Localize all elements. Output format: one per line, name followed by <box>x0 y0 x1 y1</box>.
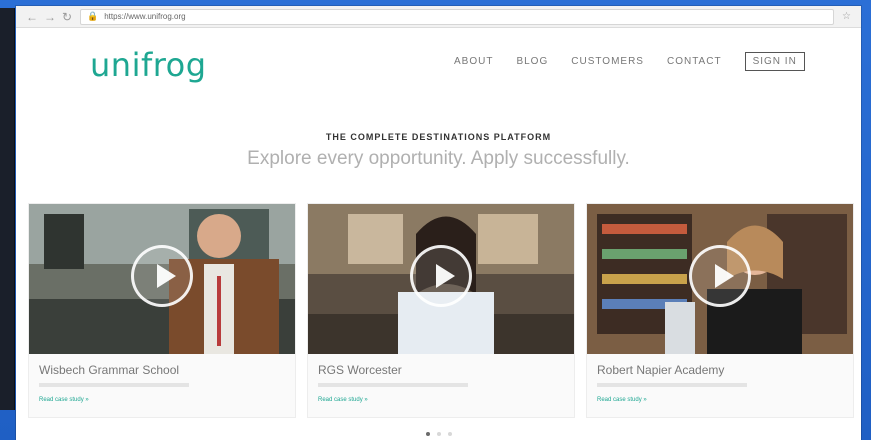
video-thumbnail[interactable] <box>308 204 574 354</box>
card-read-link[interactable]: Read case study » <box>318 397 564 403</box>
video-thumbnail[interactable] <box>29 204 295 354</box>
card-title: RGS Worcester <box>318 363 402 377</box>
left-window-edge <box>0 8 15 410</box>
star-icon[interactable]: ☆ <box>842 11 851 22</box>
play-icon[interactable] <box>410 245 472 307</box>
card-title: Robert Napier Academy <box>597 363 725 377</box>
website: unifrog ABOUT BLOG CUSTOMERS CONTACT SIG… <box>16 28 861 440</box>
url-field[interactable]: 🔒 https://www.unifrog.org <box>80 8 835 25</box>
play-icon[interactable] <box>689 245 751 307</box>
play-icon[interactable] <box>131 245 193 307</box>
url-text: https://www.unifrog.org <box>104 12 186 21</box>
back-icon[interactable]: ← <box>26 11 38 23</box>
lock-icon: 🔒 <box>87 11 99 21</box>
carousel-dot[interactable] <box>447 432 452 436</box>
top-navigation: ABOUT BLOG CUSTOMERS CONTACT SIGN IN <box>454 52 805 71</box>
card-body: Wisbech Grammar School Read case study » <box>29 354 295 412</box>
address-bar: ← → ↻ 🔒 https://www.unifrog.org ☆ <box>16 6 861 28</box>
reload-icon[interactable]: ↻ <box>62 11 72 23</box>
browser-window: ← → ↻ 🔒 https://www.unifrog.org ☆ unifro… <box>16 6 861 440</box>
forward-icon[interactable]: → <box>44 11 56 23</box>
card-subtitle-placeholder <box>318 383 468 387</box>
card-body: RGS Worcester Read case study » <box>308 354 574 412</box>
case-study-card[interactable]: Robert Napier Academy Read case study » <box>586 203 854 418</box>
card-read-link[interactable]: Read case study » <box>597 397 843 403</box>
card-subtitle-placeholder <box>39 383 189 387</box>
card-title: Wisbech Grammar School <box>39 363 180 377</box>
nav-about-link[interactable]: ABOUT <box>454 56 493 67</box>
hero-headline: Explore every opportunity. Apply success… <box>247 148 630 169</box>
nav-blog-link[interactable]: BLOG <box>516 56 548 67</box>
card-read-link[interactable]: Read case study » <box>39 397 285 403</box>
video-thumbnail[interactable] <box>587 204 853 354</box>
case-study-card[interactable]: RGS Worcester Read case study » <box>307 203 575 418</box>
nav-customers-link[interactable]: CUSTOMERS <box>571 56 644 67</box>
carousel-dots <box>425 432 452 436</box>
card-subtitle-placeholder <box>597 383 747 387</box>
hero-eyebrow: THE COMPLETE DESTINATIONS PLATFORM <box>325 132 552 142</box>
sign-in-button[interactable]: SIGN IN <box>744 52 805 71</box>
card-body: Robert Napier Academy Read case study » <box>587 354 853 412</box>
carousel-dot[interactable] <box>425 432 430 436</box>
nav-contact-link[interactable]: CONTACT <box>667 56 722 67</box>
carousel-dot[interactable] <box>436 432 441 436</box>
case-study-card[interactable]: Wisbech Grammar School Read case study » <box>28 203 296 418</box>
site-logo[interactable]: unifrog <box>90 46 207 84</box>
case-study-cards: Wisbech Grammar School Read case study » <box>28 203 854 423</box>
